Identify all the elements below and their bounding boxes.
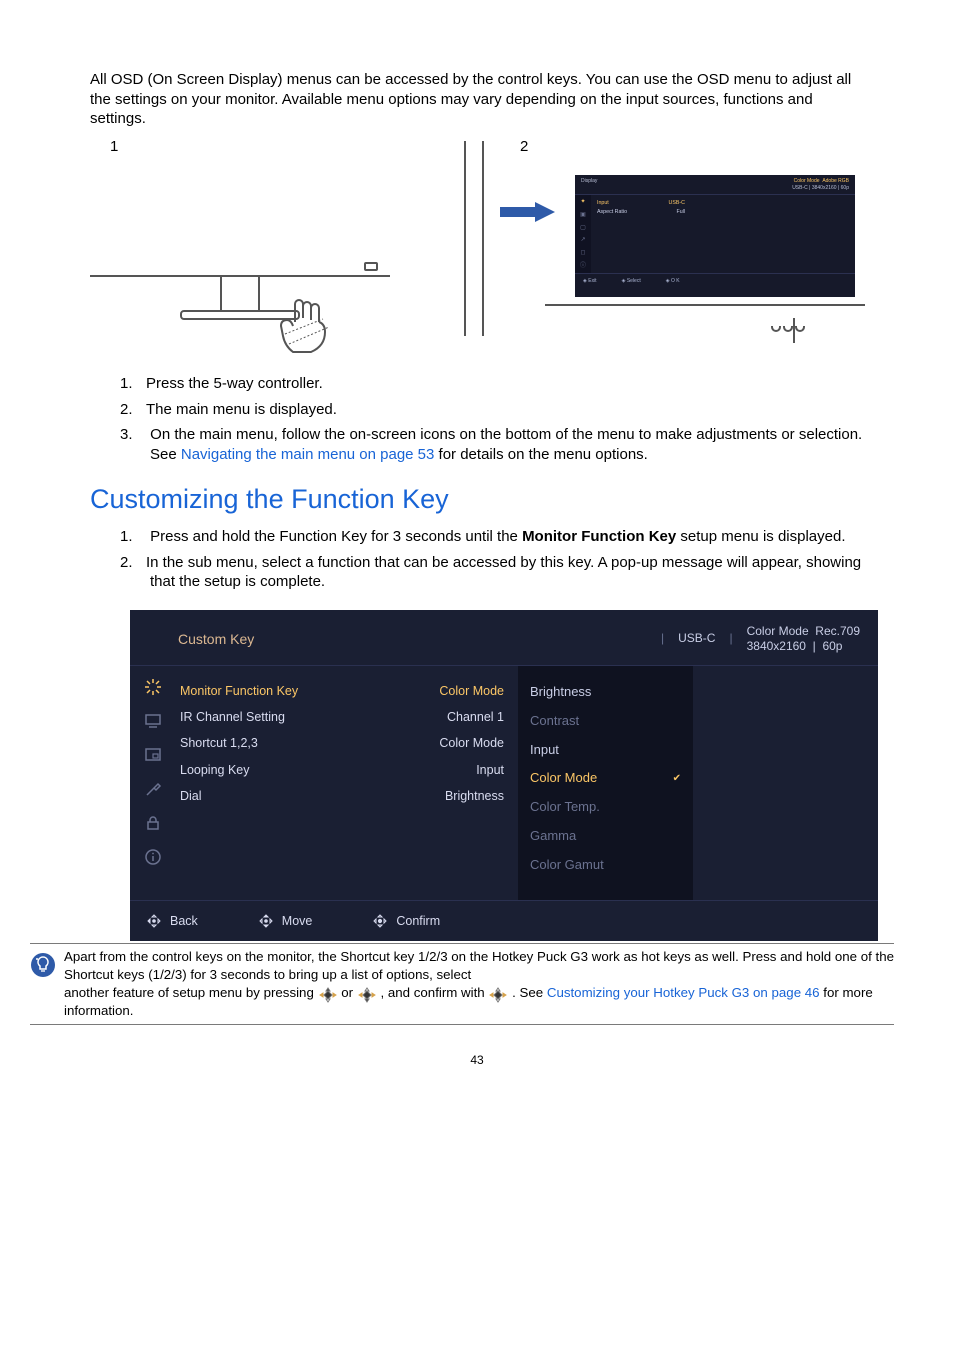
pip-icon [144,746,162,764]
figure-1-monitor [90,162,390,362]
submenu-item[interactable]: Contrast [530,707,681,736]
nav-main-menu-link[interactable]: Navigating the main menu on page 53 [181,446,435,463]
tip-text-line2a: another feature of setup menu by pressin… [64,985,318,1000]
menu-value: Color Mode [382,678,504,704]
menu-item[interactable]: Looping Key [180,757,364,783]
osd-column-3: Brightness Contrast Input Color Mode✔ Co… [518,666,693,900]
osd-title: Custom Key [178,630,254,648]
lock-icon [144,814,162,832]
submenu-item[interactable]: Color Gamut [530,851,681,880]
figure-2-label: 2 [520,137,528,157]
page-number: 43 [90,1053,864,1069]
menu-item[interactable]: Monitor Function Key [180,678,364,704]
tip-box: Apart from the control keys on the monit… [30,943,894,1025]
dpad-down-icon [357,985,377,1001]
hand-icon [275,294,345,370]
steps-list-1: Press the 5-way controller. The main men… [90,374,864,464]
menu-value: Brightness [382,783,504,809]
step2-1: Press and hold the Function Key for 3 se… [120,527,864,547]
menu-item[interactable]: Shortcut 1,2,3 [180,730,364,756]
step2-2: In the sub menu, select a function that … [120,553,864,592]
dpad-center-icon [488,985,508,1001]
submenu-item[interactable]: Brightness [530,678,681,707]
osd-thumbnail: Display Color Mode Adobe RGB USB-C | 384… [575,175,855,297]
osd-column-2: Color Mode Channel 1 Color Mode Input Br… [378,666,518,900]
mini-osd-title: Display [581,178,597,191]
adjust-icon [144,678,162,696]
step-1: Press the 5-way controller. [120,374,864,394]
tip-lightbulb-icon [30,952,58,983]
step-3: On the main menu, follow the on-screen i… [120,425,864,464]
osd-hint-bar: Back Move Confirm [130,901,878,941]
submenu-item[interactable]: Input [530,736,681,765]
check-icon: ✔ [673,772,681,785]
menu-item[interactable]: IR Channel Setting [180,704,364,730]
osd-sidebar-icons [130,666,176,900]
section-heading: Customizing the Function Key [90,482,864,517]
menu-value: Color Mode [382,730,504,756]
menu-value: Channel 1 [382,704,504,730]
step-2: The main menu is displayed. [120,400,864,420]
menu-value: Input [382,757,504,783]
arrow-right-icon [500,202,555,228]
figure-2-monitor: Display Color Mode Adobe RGB USB-C | 384… [500,162,855,352]
hotkey-puck-link[interactable]: Customizing your Hotkey Puck G3 on page … [547,985,820,1000]
submenu-item-selected[interactable]: Color Mode✔ [530,764,681,793]
display-icon [144,712,162,730]
osd-status: | USB-C | Color Mode Rec.7093840x2160 | … [661,624,860,655]
intro-text: All OSD (On Screen Display) menus can be… [90,70,864,129]
figure-1-label: 1 [110,137,118,157]
dpad-left-icon [146,913,162,929]
menu-item[interactable]: Dial [180,783,364,809]
dpad-updown-icon [258,913,274,929]
dpad-center-icon [372,913,388,929]
tip-text-line1: Apart from the control keys on the monit… [64,949,894,982]
figure-row: 1 2 D [90,137,864,363]
submenu-item[interactable]: Gamma [530,822,681,851]
osd-column-1: Monitor Function Key IR Channel Setting … [176,666,378,900]
submenu-item[interactable]: Color Temp. [530,793,681,822]
info-icon [144,848,162,866]
connector-icon [144,780,162,798]
osd-menu: Custom Key | USB-C | Color Mode Rec.7093… [130,610,878,941]
steps-list-2: Press and hold the Function Key for 3 se… [90,527,864,592]
dpad-up-icon [318,985,338,1001]
